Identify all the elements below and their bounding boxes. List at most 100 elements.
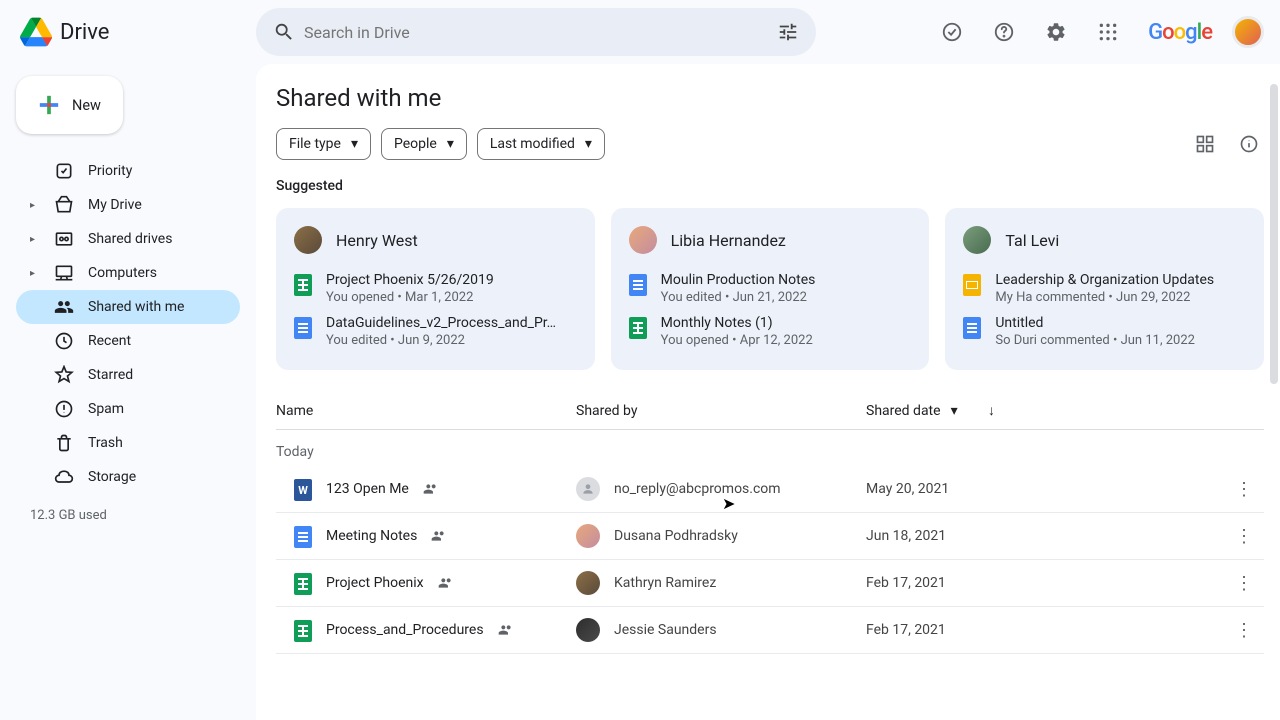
shared-date: Feb 17, 2021 bbox=[866, 575, 1224, 591]
file-name: 123 Open Me bbox=[326, 481, 409, 497]
filter-people[interactable]: People▾ bbox=[381, 128, 467, 160]
storage-used: 12.3 GB used bbox=[16, 494, 240, 537]
sidebar-item-priority[interactable]: Priority bbox=[16, 154, 240, 188]
search-box[interactable] bbox=[256, 8, 816, 56]
filter-file-type[interactable]: File type▾ bbox=[276, 128, 371, 160]
more-options-icon[interactable]: ⋮ bbox=[1224, 620, 1264, 641]
table-row[interactable]: Process_and_Procedures Jessie Saunders Feb… bbox=[276, 607, 1264, 654]
word-icon bbox=[294, 479, 312, 501]
table-row[interactable]: 123 Open Me no_reply@abcpromos.com May 20,… bbox=[276, 466, 1264, 513]
sidebar-item-spam[interactable]: Spam bbox=[16, 392, 240, 426]
person-name: Libia Hernandez bbox=[671, 231, 786, 250]
col-header-name[interactable]: Name bbox=[276, 403, 576, 419]
shared-date: Jun 18, 2021 bbox=[866, 528, 1224, 544]
suggested-person-card[interactable]: Henry WestProject Phoenix 5/26/2019You o… bbox=[276, 208, 595, 370]
more-options-icon[interactable]: ⋮ bbox=[1224, 526, 1264, 547]
file-meta: So Duri commented • Jun 11, 2022 bbox=[995, 333, 1246, 348]
table-row[interactable]: Project PhoenixKathryn RamirezFeb 17, 20… bbox=[276, 560, 1264, 607]
computers-icon bbox=[54, 263, 74, 283]
sidebar-item-shared-with-me[interactable]: Shared with me bbox=[16, 290, 240, 324]
apps-icon[interactable] bbox=[1088, 12, 1128, 52]
file-title: Project Phoenix 5/26/2019 bbox=[326, 272, 577, 288]
spam-icon bbox=[54, 399, 74, 419]
sidebar-item-trash[interactable]: Trash bbox=[16, 426, 240, 460]
priority-icon bbox=[54, 161, 74, 181]
shared-date: May 20, 2021 bbox=[866, 481, 1224, 497]
file-meta: You opened • Apr 12, 2022 bbox=[661, 333, 912, 348]
sidebar-item-recent[interactable]: Recent bbox=[16, 324, 240, 358]
sharer-name: Dusana Podhradsky bbox=[614, 528, 738, 544]
docs-icon bbox=[963, 317, 981, 339]
sidebar-item-computers[interactable]: ▸Computers bbox=[16, 256, 240, 290]
sidebar-item-starred[interactable]: Starred bbox=[16, 358, 240, 392]
col-header-shared-by[interactable]: Shared by bbox=[576, 403, 866, 419]
shared-drives-icon bbox=[54, 229, 74, 249]
suggested-file[interactable]: Project Phoenix 5/26/2019 You opened • Ma… bbox=[294, 272, 577, 305]
slides-icon bbox=[963, 274, 981, 296]
file-title: Leadership & Organization Updates bbox=[995, 272, 1246, 288]
sharer-avatar bbox=[576, 571, 600, 595]
logo-area[interactable]: Drive bbox=[16, 16, 256, 48]
file-meta: You opened • Mar 1, 2022 bbox=[326, 290, 577, 305]
shared-badge-icon bbox=[498, 622, 514, 638]
file-title: Monthly Notes (1) bbox=[661, 315, 912, 331]
info-icon[interactable] bbox=[1234, 129, 1264, 159]
suggested-file[interactable]: Monthly Notes (1) You opened • Apr 12, 20… bbox=[629, 315, 912, 348]
person-avatar bbox=[294, 226, 322, 254]
sharer-name: Kathryn Ramirez bbox=[614, 575, 716, 591]
sharer-avatar bbox=[576, 477, 600, 501]
docs-icon bbox=[294, 526, 312, 548]
page-title: Shared with me bbox=[276, 84, 1264, 112]
ready-offline-icon[interactable] bbox=[932, 12, 972, 52]
suggested-file[interactable]: UntitledSo Duri commented • Jun 11, 2022 bbox=[963, 315, 1246, 348]
suggested-person-card[interactable]: Tal Levi Leadership & Organization Update… bbox=[945, 208, 1264, 370]
new-button[interactable]: New bbox=[16, 76, 123, 134]
suggested-file[interactable]: DataGuidelines_v2_Process_and_Pr…You edi… bbox=[294, 315, 577, 348]
filter-last-modified[interactable]: Last modified▾ bbox=[477, 128, 605, 160]
starred-icon bbox=[54, 365, 74, 385]
docs-icon bbox=[294, 317, 312, 339]
suggested-file[interactable]: Leadership & Organization Updates My Ha c… bbox=[963, 272, 1246, 305]
sharer-avatar bbox=[576, 524, 600, 548]
file-title: Moulin Production Notes bbox=[661, 272, 912, 288]
suggested-label: Suggested bbox=[276, 178, 1264, 194]
file-title: DataGuidelines_v2_Process_and_Pr… bbox=[326, 315, 577, 331]
drive-logo-icon bbox=[20, 16, 52, 48]
col-header-shared-date[interactable]: Shared date ▾ ↓ bbox=[866, 402, 1264, 419]
shared-badge-icon bbox=[423, 481, 439, 497]
chevron-down-icon: ▾ bbox=[951, 403, 958, 419]
storage-icon bbox=[54, 467, 74, 487]
shared-badge-icon bbox=[431, 528, 447, 544]
sidebar-item-my-drive[interactable]: ▸My Drive bbox=[16, 188, 240, 222]
arrow-down-icon: ↓ bbox=[988, 402, 995, 419]
sheets-icon bbox=[294, 274, 312, 296]
sidebar-item-storage[interactable]: Storage bbox=[16, 460, 240, 494]
search-icon[interactable] bbox=[264, 12, 304, 52]
file-name: Process_and_Procedures bbox=[326, 622, 484, 638]
new-button-label: New bbox=[72, 97, 101, 114]
table-row[interactable]: Meeting NotesDusana PodhradskyJun 18, 20… bbox=[276, 513, 1264, 560]
scrollbar[interactable] bbox=[1270, 84, 1278, 384]
recent-icon bbox=[54, 331, 74, 351]
search-options-icon[interactable] bbox=[768, 12, 808, 52]
grid-view-icon[interactable] bbox=[1190, 129, 1220, 159]
account-avatar[interactable] bbox=[1232, 16, 1264, 48]
search-input[interactable] bbox=[304, 23, 768, 42]
suggested-file[interactable]: Moulin Production NotesYou edited • Jun … bbox=[629, 272, 912, 305]
help-icon[interactable] bbox=[984, 12, 1024, 52]
sharer-name: Jessie Saunders bbox=[614, 622, 717, 638]
file-meta: My Ha commented • Jun 29, 2022 bbox=[995, 290, 1246, 305]
shared-date: Feb 17, 2021 bbox=[866, 622, 1224, 638]
settings-icon[interactable] bbox=[1036, 12, 1076, 52]
sheets-icon bbox=[294, 573, 312, 595]
sheets-icon bbox=[294, 620, 312, 642]
sharer-avatar bbox=[576, 618, 600, 642]
more-options-icon[interactable]: ⋮ bbox=[1224, 479, 1264, 500]
suggested-person-card[interactable]: Libia HernandezMoulin Production NotesYo… bbox=[611, 208, 930, 370]
app-name: Drive bbox=[60, 20, 109, 45]
sidebar-item-shared-drives[interactable]: ▸Shared drives bbox=[16, 222, 240, 256]
shared-badge-icon bbox=[438, 575, 454, 591]
sharer-name: no_reply@abcpromos.com bbox=[614, 481, 781, 497]
more-options-icon[interactable]: ⋮ bbox=[1224, 573, 1264, 594]
person-name: Tal Levi bbox=[1005, 231, 1059, 250]
